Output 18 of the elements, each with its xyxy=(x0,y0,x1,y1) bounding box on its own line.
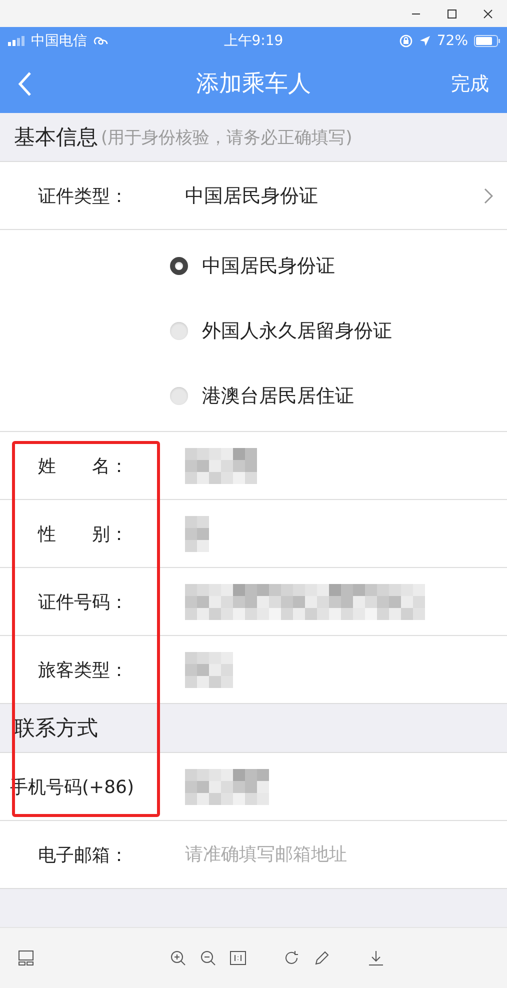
section-hint: (用于身份核验，请务必正确填写) xyxy=(101,126,352,148)
option-label[interactable]: 港澳台居民居住证 xyxy=(202,382,354,408)
field-label: 证件号码： xyxy=(37,590,129,614)
field-label: 证件类型： xyxy=(37,184,129,208)
email-field[interactable]: 请准确填写邮箱地址 xyxy=(185,844,465,865)
field-label: 性 别： xyxy=(36,522,129,546)
option-label[interactable]: 中国居民身份证 xyxy=(202,252,335,278)
select-value[interactable]: 中国居民身份证 xyxy=(185,182,318,208)
page-title: 添加乘车人 xyxy=(196,70,311,99)
field-label: 旅客类型： xyxy=(37,658,129,682)
battery-percent: 72% xyxy=(436,32,468,48)
field-label: 电子邮箱： xyxy=(37,844,129,866)
section-title: 基本信息 xyxy=(14,124,98,151)
section-title: 联系方式 xyxy=(14,715,98,742)
field-label: 姓 名： xyxy=(37,454,129,478)
option-label[interactable]: 外国人永久居留身份证 xyxy=(202,318,392,344)
status-time: 上午9:19 xyxy=(224,32,284,50)
carrier-name: 中国电信 xyxy=(31,32,87,50)
